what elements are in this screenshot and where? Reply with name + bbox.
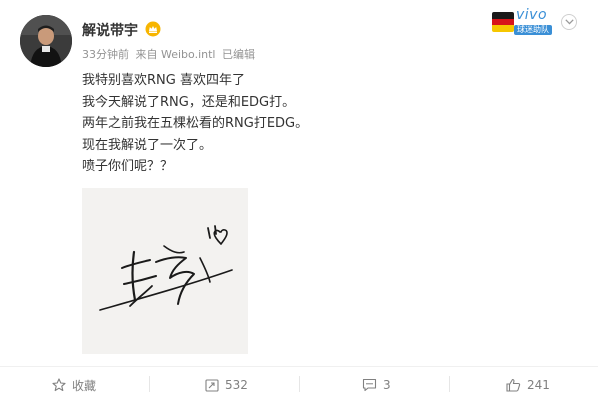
username[interactable]: 解说带宇	[82, 20, 138, 40]
comment-button[interactable]: 3	[362, 376, 391, 394]
vivo-subtitle: 球迷助队	[514, 25, 552, 35]
post-text: 我特别喜欢RNG 喜欢四年了 我今天解说了RNG，还是和EDG打。 两年之前我在…	[82, 70, 562, 178]
post-image-signature[interactable]	[82, 188, 248, 354]
favorite-button[interactable]: 收藏	[52, 376, 96, 394]
action-separator	[449, 376, 450, 392]
like-count: 241	[527, 378, 550, 392]
post-meta: 33分钟前 来自 Weibo.intl 已编辑	[82, 46, 258, 62]
thumbs-up-icon	[506, 378, 521, 392]
repost-icon	[205, 379, 219, 392]
post-menu-button[interactable]	[561, 14, 577, 30]
post-line: 我特别喜欢RNG 喜欢四年了	[82, 73, 245, 88]
action-separator	[299, 376, 300, 392]
star-icon	[52, 378, 66, 392]
favorite-label: 收藏	[72, 378, 97, 393]
edited-label[interactable]: 已编辑	[222, 48, 255, 61]
post-line: 喷子你们呢？？	[82, 159, 174, 174]
divider	[0, 366, 598, 367]
comment-count: 3	[383, 378, 391, 392]
vip-crown-icon[interactable]	[145, 21, 161, 37]
post-source[interactable]: 来自 Weibo.intl	[136, 48, 216, 61]
repost-button[interactable]: 532	[205, 376, 248, 394]
like-button[interactable]: 241	[506, 376, 550, 394]
vivo-logo-text: vivo	[516, 7, 548, 23]
chevron-down-icon	[564, 19, 574, 25]
post-time[interactable]: 33分钟前	[82, 48, 129, 61]
vivo-brand-badge[interactable]: vivo 球迷助队	[492, 6, 558, 36]
post-line: 现在我解说了一次了。	[82, 137, 213, 153]
weibo-post-card: 解说带宇 33分钟前 来自 Weibo.intl 已编辑 vivo 球迷助队 我…	[0, 0, 598, 403]
avatar[interactable]	[20, 15, 72, 67]
post-line: 两年之前我在五棵松看的RNG打EDG。	[82, 116, 309, 131]
post-line: 我今天解说了RNG，还是和EDG打。	[82, 94, 296, 110]
action-separator	[149, 376, 150, 392]
germany-flag-icon	[492, 12, 514, 32]
repost-count: 532	[225, 378, 248, 392]
comment-icon	[362, 378, 377, 392]
